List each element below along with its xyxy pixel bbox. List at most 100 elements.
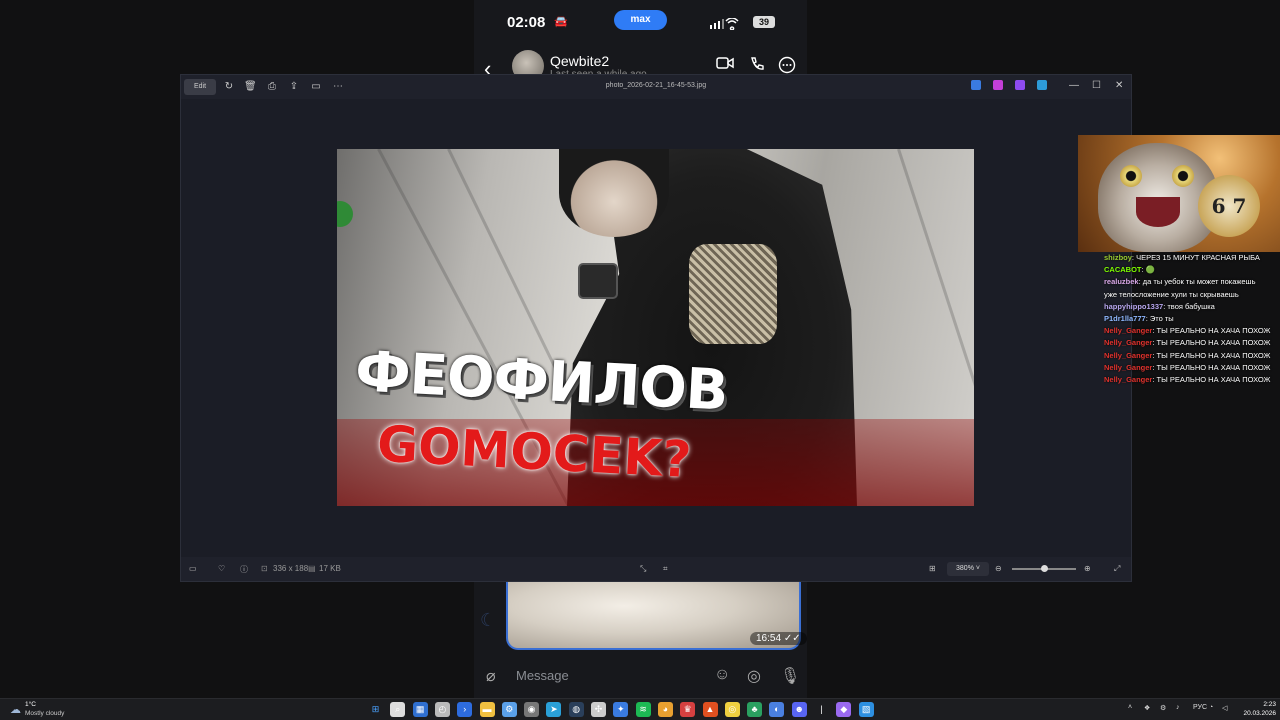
viewer-titlebar: Edit ↻ 🗑 ⎙ ⇪ ▭ ⋯ photo_2026-02-21_16-45-… <box>181 75 1131 99</box>
taskbar: ☁ 1°C Mostly cloudy ⊞ ⌕ ▦ ◴ › ▬ ⚙ ◉ ➤ ◍ ✣ ✦ ≋ ◕ ♛ ▲ ◎ ♣ ◐ ☻… <box>0 698 1280 720</box>
coin-icon[interactable]: ◎ <box>724 702 740 717</box>
contact-name[interactable]: Qewbite2 <box>550 53 609 69</box>
task-manager-icon[interactable]: ◴ <box>434 702 450 717</box>
app-icon-4[interactable] <box>1037 80 1047 90</box>
max-pill-label: max <box>630 14 651 25</box>
dimensions-icon: ⊡ <box>261 564 268 573</box>
telegram-icon[interactable]: ➤ <box>546 702 562 717</box>
message-timestamp: 16:54 ✓✓ <box>750 632 807 645</box>
system-clock[interactable]: 2:23 20.03.2026 <box>1236 701 1276 718</box>
cat-eye-right <box>1172 165 1194 187</box>
actual-size-icon[interactable]: ⊞ <box>929 564 936 573</box>
chat-message: Nelly_Ganger: ТЫ РЕАЛЬНО НА ХАЧА ПОХОЖ <box>1104 350 1280 362</box>
person-head <box>559 149 669 237</box>
spotify-icon[interactable]: ≋ <box>635 702 651 717</box>
crop-icon[interactable]: ⌗ <box>663 564 668 574</box>
chat-text: ТЫ РЕАЛЬНО НА ХАЧА ПОХОЖ <box>1156 350 1271 360</box>
start-icon[interactable]: ⊞ <box>368 702 383 717</box>
obs-icon[interactable]: ◉ <box>524 702 540 717</box>
volume-icon[interactable]: ◁ <box>1222 704 1227 712</box>
favorite-icon[interactable]: ♡ <box>218 564 225 573</box>
weather-description[interactable]: Mostly cloudy <box>25 710 64 717</box>
zoom-level-dropdown[interactable]: 380% ˅ <box>947 562 989 576</box>
chat-username: CACABOT <box>1104 265 1142 275</box>
emoji-icon[interactable]: ☺ <box>714 666 730 684</box>
chat-username: Nelly_Ganger <box>1104 362 1153 372</box>
maximize-icon[interactable]: ☐ <box>1092 80 1101 91</box>
file-explorer-icon[interactable]: ▬ <box>479 702 495 717</box>
game-icon[interactable]: ♛ <box>680 702 696 717</box>
zoom-out-icon[interactable]: ⊖ <box>995 564 1002 573</box>
widgets-icon[interactable]: ▦ <box>412 702 428 717</box>
discord-icon[interactable]: ☻ <box>791 702 807 717</box>
photos-icon[interactable]: ✦ <box>613 702 629 717</box>
photos-viewer-icon[interactable]: ▧ <box>858 702 874 717</box>
notes-icon[interactable]: ◆ <box>836 702 852 717</box>
held-phone <box>578 263 618 299</box>
chat-message: Nelly_Ganger: ТЫ РЕАЛЬНО НА ХАЧА ПОХОЖ <box>1104 325 1280 337</box>
fullscreen-icon[interactable]: ⤢ <box>1114 564 1120 574</box>
fit-icon[interactable]: ⤡ <box>640 564 646 574</box>
app-icon-3[interactable] <box>1015 80 1025 90</box>
chat-message: Nelly_Ganger: ТЫ РЕАЛЬНО НА ХАЧА ПОХОЖ <box>1104 362 1280 374</box>
tray-chevron-icon[interactable]: ˄ <box>1128 704 1132 711</box>
message-composer: ⌀ Message ☺ ◎ 🎙 <box>474 660 807 694</box>
camera-icon[interactable]: ◎ <box>747 666 761 686</box>
chatgpt-icon[interactable]: ✣ <box>591 702 606 717</box>
chat-message: CACABOT: 🟢 <box>1104 264 1280 276</box>
cat-mouth <box>1136 197 1180 227</box>
temperature[interactable]: 1°C <box>25 701 36 708</box>
chat-username: Nelly_Ganger <box>1104 338 1153 348</box>
app-icon[interactable]: ♣ <box>747 702 763 717</box>
search-icon[interactable]: ⌕ <box>390 702 406 717</box>
signal-icon <box>710 17 750 35</box>
chat-username: shizboy <box>1104 253 1132 262</box>
video-call-icon[interactable] <box>716 56 734 75</box>
car-icon: 🚘 <box>554 16 568 28</box>
zoom-in-icon[interactable]: ⊕ <box>1084 564 1091 573</box>
app-icon-2[interactable] <box>993 80 1003 90</box>
tray-mic-icon[interactable]: ♪ <box>1176 704 1180 711</box>
zoom-slider-thumb[interactable] <box>1041 565 1048 572</box>
image-dimensions: 336 x 188 <box>273 564 309 573</box>
tray-network-icon[interactable]: ⚙ <box>1160 704 1166 712</box>
zoom-level: 380% <box>956 565 974 572</box>
chat-message: realuzbek: да ты уебок ты может покажешь <box>1104 276 1280 288</box>
browser-icon[interactable]: ◐ <box>769 702 785 717</box>
chat-message: уже телосложение хули ты скрываешь <box>1104 289 1280 301</box>
battery-indicator: 39 <box>753 16 775 28</box>
minimize-icon[interactable]: — <box>1069 80 1079 91</box>
settings-icon[interactable]: ⚙ <box>501 702 517 717</box>
steam-icon[interactable]: ◍ <box>568 702 584 717</box>
cat-eye-left <box>1120 165 1142 187</box>
info-icon[interactable]: ⓘ <box>240 564 248 575</box>
webcam-overlay: 6 7 <box>1078 135 1280 252</box>
chat-username: Nelly_Ganger <box>1104 350 1153 360</box>
attach-icon[interactable]: ⌀ <box>486 666 496 686</box>
tray-app-icon[interactable]: ❖ <box>1144 704 1150 712</box>
message-input[interactable]: Message <box>516 668 569 683</box>
language-indicator[interactable]: РУС <box>1193 704 1207 711</box>
chat-username: happyhippo1337 <box>1104 301 1164 311</box>
chat-text: уже телосложение хули ты скрываешь <box>1104 289 1239 299</box>
chat-text: Это ты <box>1149 314 1174 324</box>
chat-username: P1dr1lla777 <box>1104 314 1146 324</box>
chat-message: P1dr1lla777: Это ты <box>1104 313 1280 325</box>
file-name: photo_2026-02-21_16-45-53.jpg <box>605 82 707 89</box>
chat-text: твоя бабушка <box>1167 301 1215 311</box>
stream-chat: shizboy: ЧЕРЕЗ 15 МИНУТ КРАСНАЯ РЫБА CACA… <box>1104 252 1280 386</box>
app-icon-1[interactable] <box>971 80 981 90</box>
max-app-pill[interactable]: max <box>614 10 667 30</box>
chrome-icon[interactable]: ◕ <box>657 702 673 717</box>
brave-icon[interactable]: ▲ <box>702 702 718 717</box>
microphone-icon[interactable]: 🎙 <box>780 666 800 686</box>
read-checkmarks-icon: ✓✓ <box>783 633 801 644</box>
filmstrip-icon[interactable]: ▭ <box>189 564 197 573</box>
viewer-bottombar: ▭ ♡ ⓘ ⊡ 336 x 188 ▤ 17 KB ⤡ ⌗ ⊞ 380% ˅ ⊖… <box>181 557 1131 581</box>
terminal-icon[interactable]: › <box>457 702 473 717</box>
chat-text: ТЫ РЕАЛЬНО НА ХАЧА ПОХОЖ <box>1156 326 1271 336</box>
close-icon[interactable]: ✕ <box>1115 80 1123 91</box>
weather-icon[interactable]: ☁ <box>10 703 21 716</box>
shirt-print <box>689 244 777 344</box>
wifi-icon[interactable]: ◔ <box>1209 704 1213 711</box>
